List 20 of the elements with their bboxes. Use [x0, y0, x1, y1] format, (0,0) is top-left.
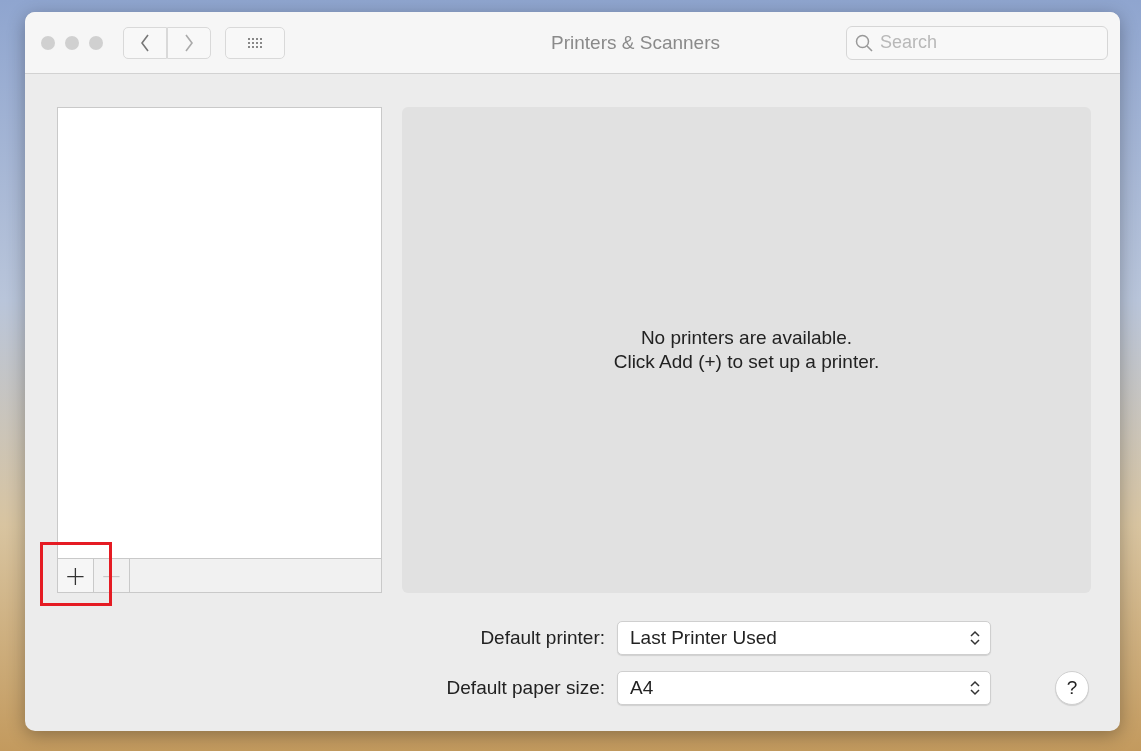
- popup-menu[interactable]: Last Printer Used: [617, 621, 991, 655]
- up-down-chevron-icon: [970, 680, 980, 696]
- no-printers-message: No printers are available. Click Add (+) to set up a printer.: [613, 326, 880, 374]
- chevron-right-icon: [184, 33, 194, 52]
- forward-button[interactable]: [167, 26, 211, 59]
- search-field[interactable]: Search: [846, 25, 1108, 60]
- minimize-button[interactable]: [65, 35, 79, 50]
- setting-label: Default printer:: [479, 627, 606, 649]
- popup-menu[interactable]: A4: [617, 671, 991, 705]
- setting-label: Default paper size:: [445, 677, 606, 699]
- add-button[interactable]: +: [58, 559, 94, 592]
- help-button[interactable]: ?: [1055, 671, 1089, 705]
- show-all-button[interactable]: [225, 26, 285, 59]
- back-button[interactable]: [123, 26, 167, 59]
- up-down-chevron-icon: [970, 630, 980, 646]
- chevron-left-icon: [140, 33, 150, 52]
- zoom-button[interactable]: [89, 35, 103, 50]
- grid-icon: [247, 36, 263, 49]
- close-button[interactable]: [41, 35, 55, 50]
- window-title: Printers & Scanners: [550, 31, 721, 54]
